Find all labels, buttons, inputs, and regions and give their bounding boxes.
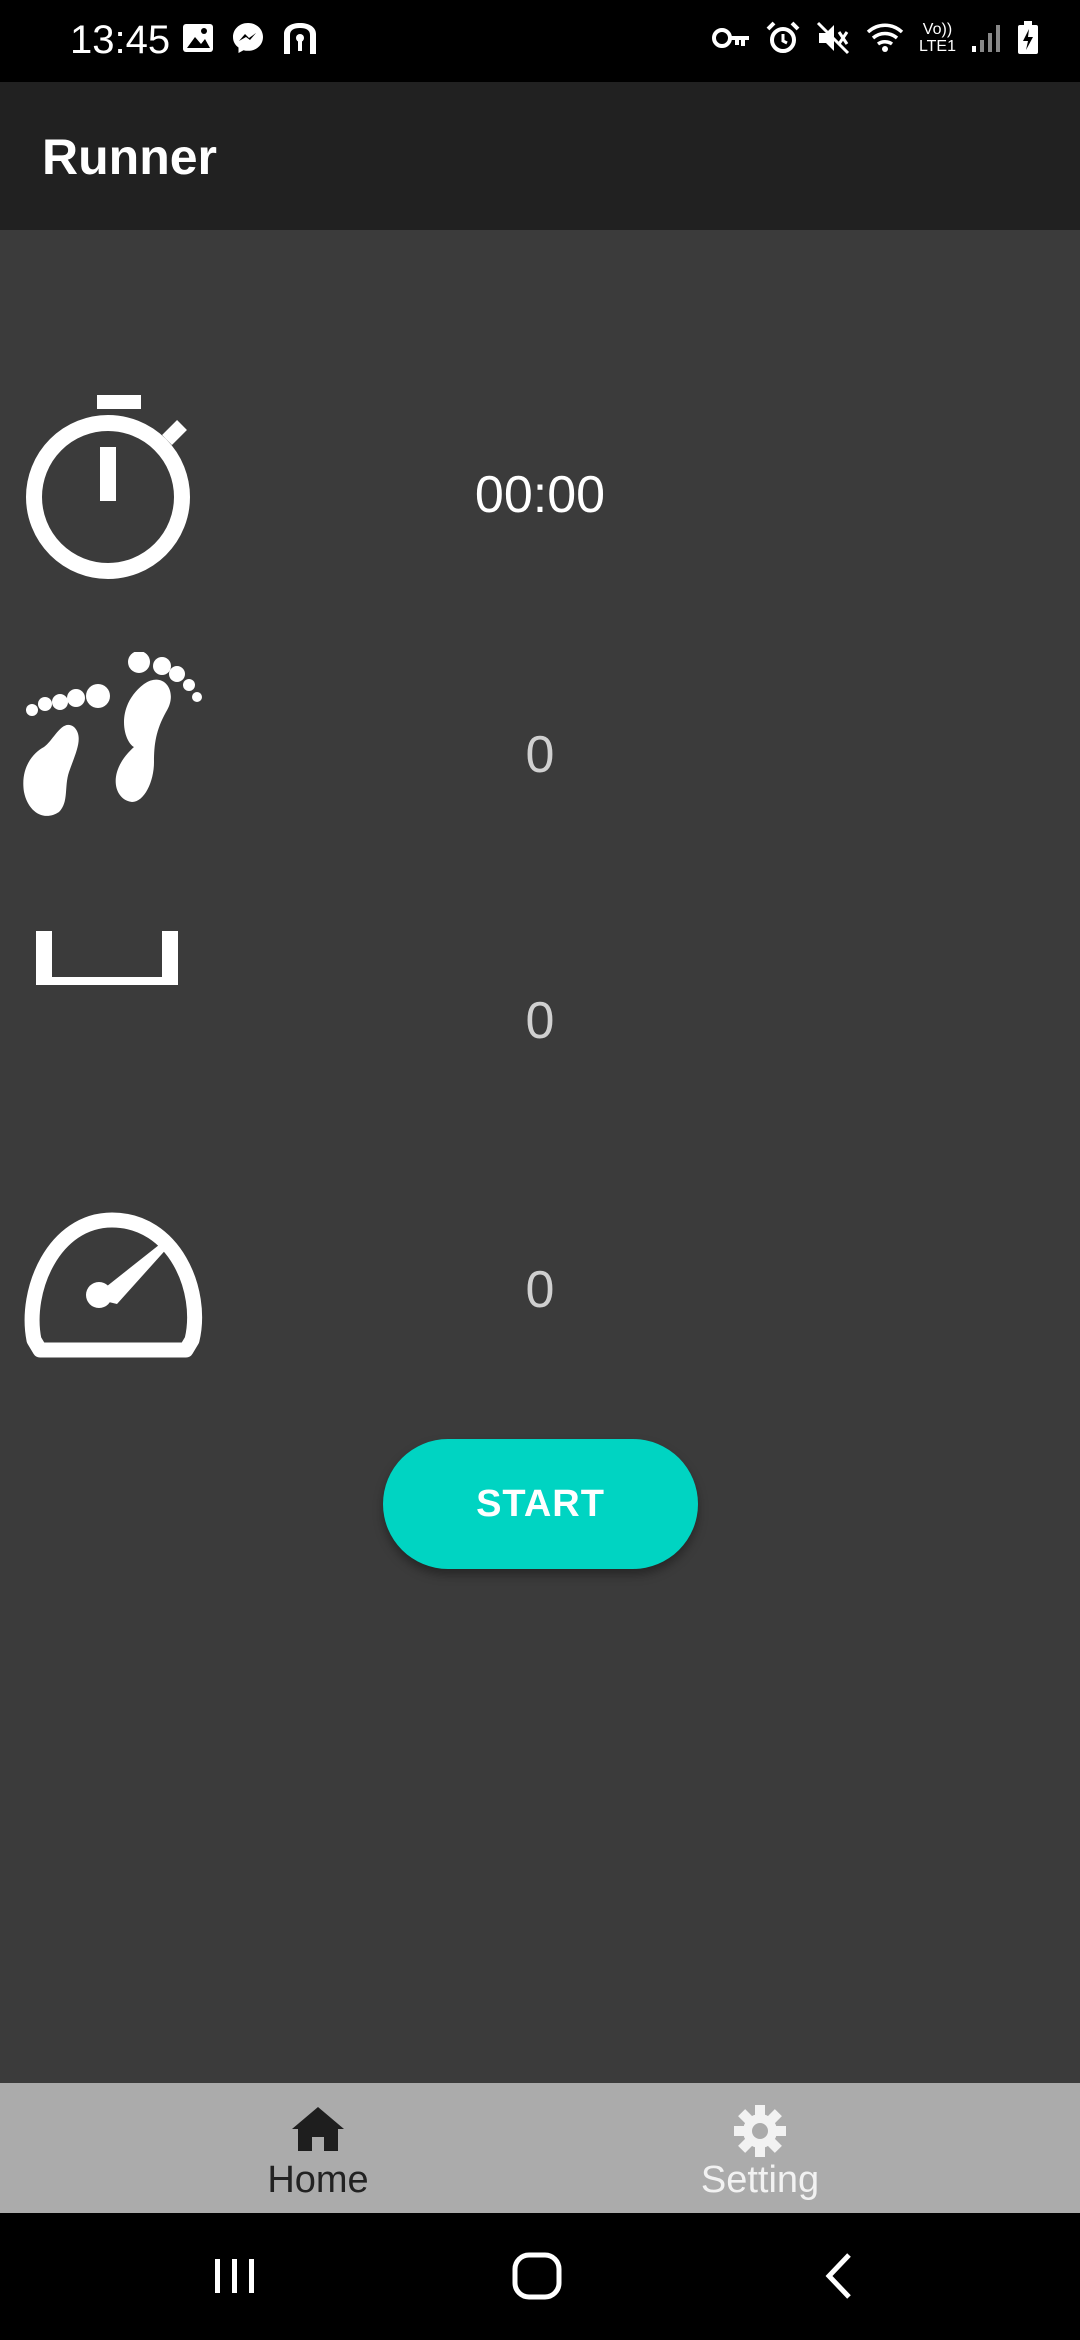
nav-home-label: Home: [267, 2159, 369, 2201]
nav-setting-label: Setting: [700, 2159, 820, 2201]
bottom-nav: Home Setting: [0, 2083, 1080, 2213]
nav-setting[interactable]: Setting: [610, 2083, 910, 2213]
back-icon[interactable]: [805, 2241, 875, 2311]
distance-row: 0: [0, 921, 1080, 1121]
mute-icon: [816, 21, 849, 55]
network-label: Vo)) LTE1: [919, 21, 956, 55]
vpn-tunnel-icon: [284, 23, 316, 54]
gallery-icon: [183, 24, 213, 52]
key-icon: [711, 28, 749, 48]
timer-value: 00:00: [474, 466, 606, 524]
nav-home[interactable]: Home: [168, 2083, 468, 2213]
speed-value: 0: [525, 1261, 555, 1319]
status-left-icons: [180, 20, 320, 56]
network-label-bottom: LTE1: [918, 38, 956, 55]
system-nav-bar: [0, 2213, 1080, 2340]
messenger-icon: [233, 23, 263, 53]
speedometer-icon: [24, 1212, 203, 1358]
steps-value: 0: [525, 726, 555, 784]
signal-icon: [972, 25, 1000, 52]
timer-row: 00:00: [0, 395, 1080, 595]
status-bar: 13:45 Vo)) LTE1: [0, 0, 1080, 82]
status-time: 13:45: [70, 18, 171, 62]
steps-row: 0: [0, 652, 1080, 852]
distance-value: 0: [525, 992, 555, 1050]
battery-charging-icon: [1018, 21, 1038, 54]
network-label-top: Vo)): [922, 21, 953, 38]
footprints-icon: [23, 652, 202, 816]
wifi-icon: [866, 23, 904, 52]
stopwatch-icon: [26, 395, 190, 579]
app-bar: Runner: [0, 82, 1080, 230]
distance-icon: [36, 931, 178, 985]
gear-icon: [734, 2105, 786, 2157]
status-right-icons: Vo)) LTE1: [711, 20, 1040, 56]
alarm-icon: [766, 21, 800, 53]
home-system-icon[interactable]: [502, 2241, 572, 2311]
home-icon: [292, 2107, 344, 2151]
recent-apps-icon[interactable]: [200, 2241, 270, 2311]
app-title: Runner: [42, 129, 217, 185]
speed-row: 0: [0, 1200, 1080, 1400]
start-button[interactable]: START: [383, 1439, 698, 1569]
